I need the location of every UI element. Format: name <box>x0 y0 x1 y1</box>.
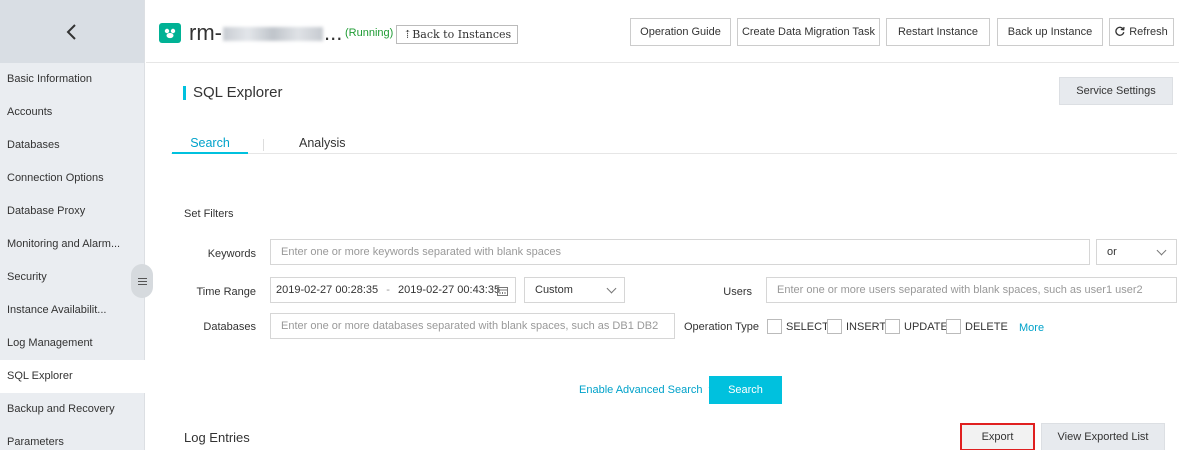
more-operation-types-link[interactable]: More <box>1019 322 1044 334</box>
instance-name: rm-... <box>189 20 343 45</box>
sidebar-item-basic-information[interactable]: Basic Information <box>0 63 145 96</box>
time-range-picker[interactable]: 2019-02-27 00:28:35 - 2019-02-27 00:43:3… <box>270 277 516 303</box>
insert-checkbox-label: INSERT <box>846 321 887 333</box>
sidebar-item-databases[interactable]: Databases <box>0 129 145 162</box>
delete-checkbox[interactable] <box>946 319 961 334</box>
sidebar: Basic Information Accounts Databases Con… <box>0 0 145 450</box>
tab-divider <box>263 139 264 151</box>
time-range-start: 2019-02-27 00:28:35 <box>276 284 379 296</box>
back-button[interactable] <box>0 0 144 63</box>
title-accent-bar <box>183 86 186 100</box>
page-title: SQL Explorer <box>193 84 283 101</box>
time-range-end: 2019-02-27 00:43:35 <box>397 284 501 296</box>
refresh-icon <box>1115 26 1125 36</box>
menu-lines-icon <box>137 277 147 279</box>
keywords-label: Keywords <box>207 248 256 260</box>
update-checkbox[interactable] <box>885 319 900 334</box>
update-checkbox-label: UPDATE <box>904 321 948 333</box>
sidebar-item-log-management[interactable]: Log Management <box>0 327 145 360</box>
time-range-mode-select[interactable]: Custom <box>524 277 625 303</box>
operation-guide-button[interactable]: Operation Guide <box>630 18 731 46</box>
instance-logo-icon <box>159 23 181 43</box>
time-range-separator: - <box>386 284 390 296</box>
select-checkbox-label: SELECT <box>786 321 829 333</box>
instance-status: (Running) <box>345 27 394 39</box>
search-button[interactable]: Search <box>709 376 782 404</box>
sidebar-item-security[interactable]: Security <box>0 261 145 294</box>
redacted-instance-id <box>222 27 323 42</box>
chevron-down-icon <box>1156 245 1167 256</box>
sidebar-item-accounts[interactable]: Accounts <box>0 96 145 129</box>
back-to-instances-button[interactable]: ⇡Back to Instances <box>396 25 519 44</box>
calendar-icon <box>497 287 508 296</box>
sidebar-collapse-handle[interactable] <box>131 264 153 298</box>
users-label: Users <box>723 286 752 298</box>
sidebar-item-sql-explorer[interactable]: SQL Explorer <box>0 360 145 393</box>
keywords-logic-value: or <box>1107 246 1117 258</box>
set-filters-heading: Set Filters <box>184 208 234 220</box>
select-checkbox[interactable] <box>767 319 782 334</box>
enable-advanced-search-link[interactable]: Enable Advanced Search <box>579 384 716 396</box>
users-input[interactable]: Enter one or more users separated with b… <box>766 277 1177 303</box>
export-button[interactable]: Export <box>960 423 1035 450</box>
refresh-button[interactable]: Refresh <box>1109 18 1174 46</box>
databases-label: Databases <box>203 321 256 333</box>
restart-instance-button[interactable]: Restart Instance <box>886 18 990 46</box>
sidebar-item-parameters[interactable]: Parameters <box>0 426 145 450</box>
time-range-mode-value: Custom <box>535 284 573 296</box>
chevron-left-icon <box>66 23 76 40</box>
active-tab-indicator <box>172 152 248 154</box>
sidebar-item-database-proxy[interactable]: Database Proxy <box>0 195 145 228</box>
delete-checkbox-label: DELETE <box>965 321 1008 333</box>
time-range-label: Time Range <box>196 286 256 298</box>
tab-analysis[interactable]: Analysis <box>299 136 346 150</box>
create-migration-task-button[interactable]: Create Data Migration Task <box>737 18 880 46</box>
tabs-baseline <box>171 153 1177 154</box>
service-settings-button[interactable]: Service Settings <box>1059 77 1173 105</box>
sidebar-item-connection-options[interactable]: Connection Options <box>0 162 145 195</box>
sidebar-item-instance-availability[interactable]: Instance Availabilit... <box>0 294 145 327</box>
keywords-input[interactable]: Enter one or more keywords separated wit… <box>270 239 1090 265</box>
sidebar-item-backup-recovery[interactable]: Backup and Recovery <box>0 393 145 426</box>
view-exported-list-button[interactable]: View Exported List <box>1041 423 1165 450</box>
instance-header: rm-... (Running) ⇡Back to Instances Oper… <box>146 0 1179 63</box>
sidebar-item-monitoring[interactable]: Monitoring and Alarm... <box>0 228 145 261</box>
back-up-instance-button[interactable]: Back up Instance <box>997 18 1103 46</box>
log-entries-title: Log Entries <box>184 430 250 445</box>
insert-checkbox[interactable] <box>827 319 842 334</box>
databases-input[interactable]: Enter one or more databases separated wi… <box>270 313 675 339</box>
chevron-down-icon <box>606 283 617 294</box>
operation-type-label: Operation Type <box>684 321 760 333</box>
advanced-search-label: Enable Advanced Search <box>579 384 703 396</box>
keywords-logic-select[interactable]: or <box>1096 239 1177 265</box>
